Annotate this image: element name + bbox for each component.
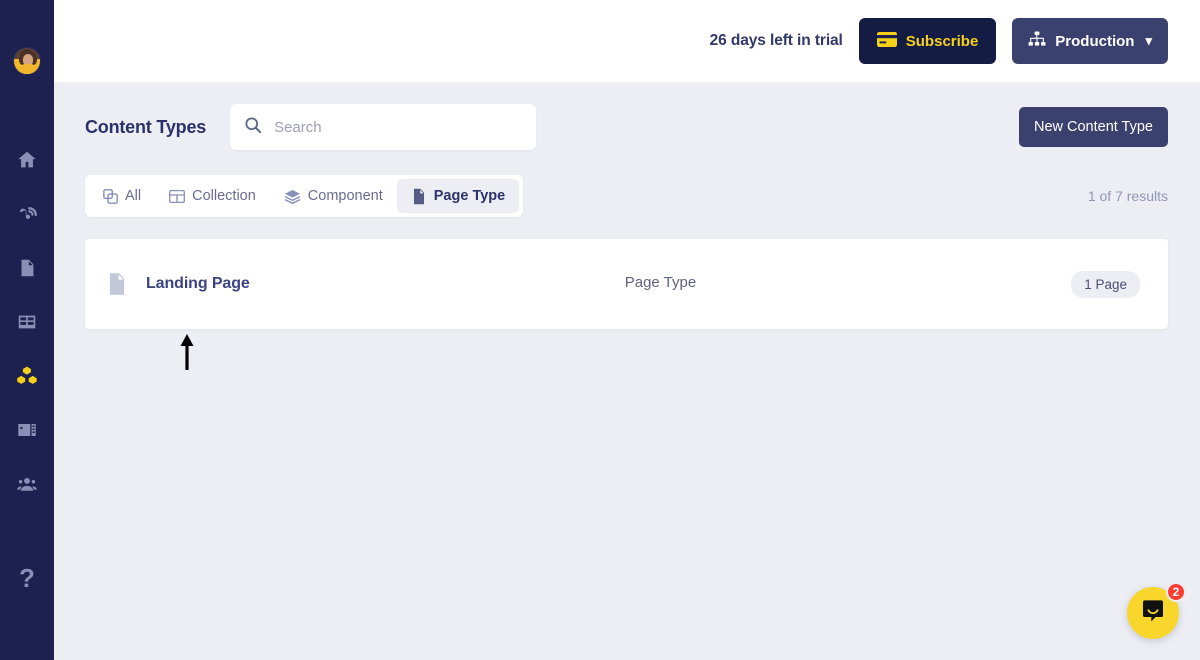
filter-row: All Collection Component Page Type 1 of … (54, 150, 1200, 217)
sidebar-item-media[interactable] (0, 403, 54, 457)
blog-icon (16, 203, 38, 225)
chevron-down-icon: ▾ (1145, 33, 1152, 48)
tab-all-label: All (125, 188, 142, 204)
tab-collection-label: Collection (192, 188, 256, 204)
results-count: 1 of 7 results (1087, 188, 1168, 204)
search-box[interactable] (230, 104, 537, 150)
chat-unread-badge: 2 (1166, 582, 1186, 602)
trial-status-text: 26 days left in trial (709, 32, 843, 49)
table-icon (169, 189, 186, 204)
search-icon (244, 116, 262, 139)
avatar-body (16, 64, 40, 74)
sidebar-item-users[interactable] (0, 457, 54, 511)
tab-page-type-label: Page Type (433, 188, 506, 204)
environment-label: Production (1055, 32, 1135, 50)
filter-tabs: All Collection Component Page Type (85, 175, 524, 217)
credit-card-icon (876, 31, 897, 51)
content-list: Landing Page Page Type 1 Page (54, 217, 1200, 329)
blocks-icon (15, 364, 39, 388)
layers-icon (284, 189, 301, 204)
user-avatar[interactable] (13, 47, 41, 75)
sidebar-nav (0, 133, 54, 511)
users-icon (16, 473, 38, 495)
status-badge: 1 Page (1071, 270, 1140, 298)
content-type-kind: Page Type (624, 274, 697, 291)
table-icon (16, 311, 38, 333)
new-content-type-button[interactable]: New Content Type (1018, 107, 1168, 147)
sidebar: ? (0, 0, 54, 660)
app-root: ? 26 days left in trial Subscribe Produc… (0, 0, 1200, 660)
page-title: Content Types (85, 116, 207, 137)
environment-selector-button[interactable]: Production ▾ (1012, 18, 1168, 64)
row-middle: Page Type (250, 274, 1072, 294)
chat-smiley-icon (1140, 598, 1166, 629)
subscribe-button-label: Subscribe (905, 32, 979, 50)
sidebar-item-pages[interactable] (0, 241, 54, 295)
topbar: 26 days left in trial Subscribe Producti… (54, 0, 1200, 82)
content-type-name[interactable]: Landing Page (146, 275, 250, 293)
sitemap-icon (1028, 31, 1046, 51)
main-area: 26 days left in trial Subscribe Producti… (54, 0, 1200, 660)
page-header: Content Types New Content Type (54, 82, 1200, 150)
tab-component-label: Component (307, 188, 383, 204)
page-icon (16, 257, 38, 279)
sidebar-item-blog[interactable] (0, 187, 54, 241)
sidebar-item-content-types[interactable] (0, 349, 54, 403)
home-icon (16, 149, 38, 171)
sidebar-item-home[interactable] (0, 133, 54, 187)
copy-icon (103, 188, 118, 204)
tab-page-type[interactable]: Page Type (396, 179, 520, 213)
tab-collection[interactable]: Collection (155, 179, 270, 213)
row-page-icon (101, 272, 133, 296)
sidebar-item-collections[interactable] (0, 295, 54, 349)
page-icon (411, 188, 427, 205)
tab-component[interactable]: Component (270, 179, 397, 213)
subscribe-button[interactable]: Subscribe (858, 18, 997, 64)
help-button[interactable]: ? (0, 558, 54, 598)
search-input[interactable] (274, 118, 523, 136)
media-icon (16, 419, 38, 441)
table-row[interactable]: Landing Page Page Type 1 Page (85, 239, 1168, 329)
tab-all[interactable]: All (89, 179, 155, 213)
